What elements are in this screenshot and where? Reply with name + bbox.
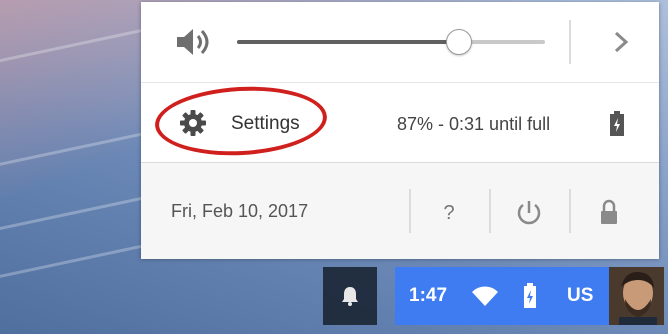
volume-slider[interactable]	[237, 29, 545, 55]
battery-status-text: 87% - 0:31 until full	[397, 114, 551, 134]
divider	[489, 189, 491, 233]
divider	[569, 20, 571, 64]
footer-row: Fri, Feb 10, 2017 ?	[141, 162, 659, 259]
red-highlight-oval	[153, 82, 329, 160]
lock-icon[interactable]	[583, 191, 635, 235]
power-icon[interactable]	[503, 191, 555, 235]
volume-slider-knob[interactable]	[445, 29, 472, 55]
volume-slider-fill	[237, 40, 459, 44]
volume-row	[141, 2, 659, 82]
wifi-icon	[472, 286, 498, 306]
avatar[interactable]	[609, 267, 664, 325]
date-label[interactable]: Fri, Feb 10, 2017	[171, 201, 308, 222]
input-language-label: US	[567, 285, 594, 306]
divider	[409, 189, 411, 233]
battery-charging-icon	[610, 111, 624, 136]
system-tray-menu: Settings 87% - 0:31 until full Fri, Feb …	[141, 2, 659, 259]
clock-time: 1:47	[409, 285, 448, 306]
wallpaper-streak	[0, 129, 159, 174]
speaker-icon[interactable]	[173, 24, 213, 60]
divider	[569, 189, 571, 233]
user-photo	[609, 267, 664, 325]
help-button[interactable]: ?	[423, 193, 475, 233]
settings-row: Settings 87% - 0:31 until full	[141, 82, 659, 163]
battery-charging-icon	[524, 283, 536, 308]
chevron-right-icon[interactable]	[609, 28, 633, 56]
status-tray[interactable]: 1:47 US	[395, 267, 609, 325]
bell-icon	[342, 287, 358, 306]
notification-button[interactable]	[323, 267, 377, 325]
